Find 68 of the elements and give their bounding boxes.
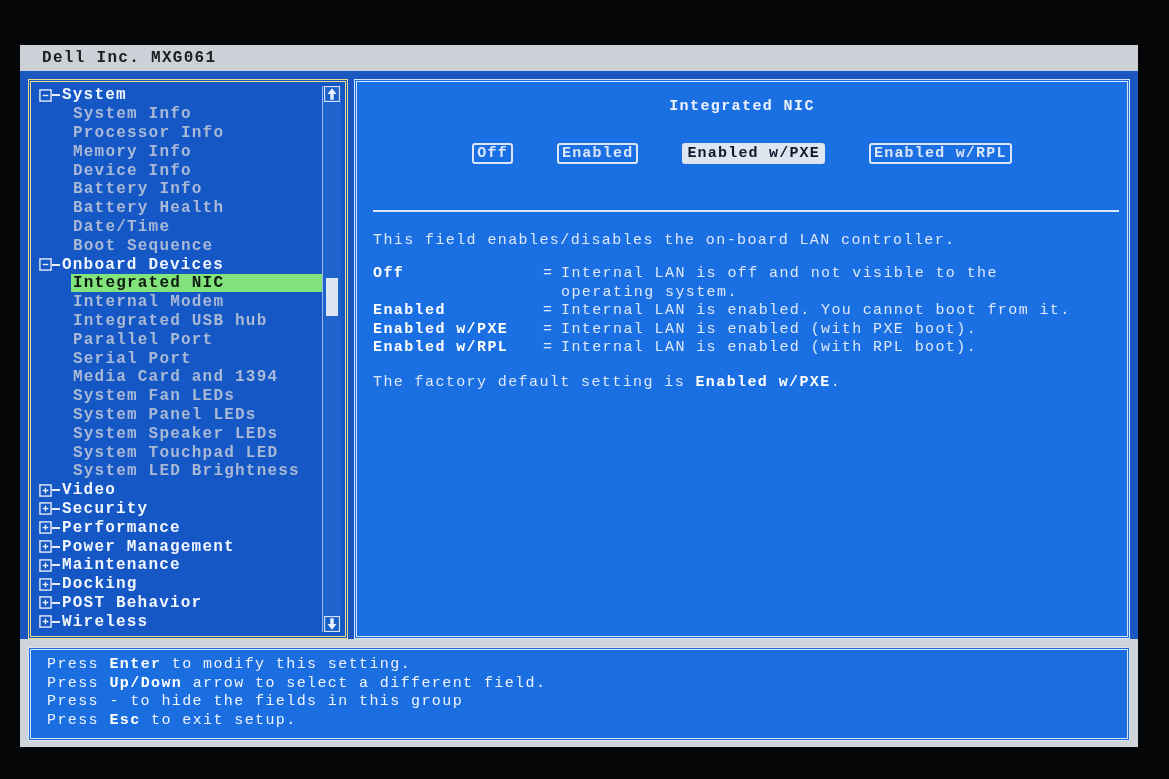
expand-icon[interactable] (39, 502, 52, 516)
menu-group[interactable]: Wireless (62, 612, 149, 631)
option-term: Off (373, 265, 406, 284)
option-term: Enabled w/RPL (373, 339, 510, 358)
option-term: Enabled w/PXE (373, 320, 510, 339)
collapse-icon[interactable] (39, 258, 52, 272)
equals-sign: = (543, 265, 555, 284)
description-text: This field enables/disables the on-board LAN controller. (373, 232, 957, 249)
menu-item[interactable]: Internal Modem (71, 293, 322, 312)
menu-group[interactable]: Docking (62, 575, 138, 594)
equals-sign: = (543, 339, 555, 358)
bios-title: Dell Inc. MXG061 (42, 49, 217, 67)
menu-group[interactable]: Power Management (62, 537, 235, 556)
menu-group[interactable]: POST Behavior (62, 593, 203, 612)
help-text: Press Up/Down arrow to select a different field. (47, 674, 548, 693)
help-text: Press Esc to exit setup. (47, 711, 298, 730)
scroll-thumb[interactable] (326, 278, 338, 316)
expand-icon[interactable] (39, 483, 52, 497)
menu-item[interactable]: Date/Time (71, 217, 322, 236)
menu-item[interactable]: Media Card and 1394 (71, 368, 322, 387)
collapse-icon[interactable] (39, 88, 52, 102)
menu-item[interactable]: Parallel Port (71, 330, 322, 349)
option-description: Internal LAN is off and not visible to the (561, 265, 999, 284)
expand-icon[interactable] (39, 577, 52, 591)
menu-item[interactable]: Integrated NIC (71, 274, 322, 293)
option-button[interactable]: Enabled (556, 143, 639, 164)
default-note: The factory default setting is Enabled w/PXE. (373, 373, 843, 391)
menu-group[interactable]: Onboard Devices (62, 255, 225, 274)
setting-title: Integrated NIC (668, 98, 816, 115)
menu-item[interactable]: System Info (71, 105, 322, 124)
option-button[interactable]: Off (472, 143, 513, 164)
menu-item[interactable]: System LED Brightness (71, 462, 322, 481)
menu-group[interactable]: Maintenance (62, 556, 181, 575)
menu-item[interactable]: System Speaker LEDs (71, 424, 322, 443)
menu-item[interactable]: Battery Info (71, 180, 322, 199)
menu-item[interactable]: System Fan LEDs (71, 387, 322, 406)
scrollbar[interactable] (322, 86, 341, 632)
menu-item[interactable]: Integrated USB hub (71, 311, 322, 330)
menu-item[interactable]: System Panel LEDs (71, 405, 322, 424)
menu-item[interactable]: Battery Health (71, 199, 322, 218)
menu-group[interactable]: Security (62, 499, 149, 518)
expand-icon[interactable] (39, 521, 52, 535)
menu-group[interactable]: Performance (62, 518, 181, 537)
help-text: Press - to hide the fields in this group (47, 693, 465, 712)
equals-sign: = (543, 320, 555, 339)
scroll-up-icon[interactable] (324, 86, 340, 102)
option-description: Internal LAN is enabled (with PXE boot). (561, 320, 979, 339)
menu-item[interactable]: System Touchpad LED (71, 443, 322, 462)
option-description: Internal LAN is enabled. You cannot boot from it. (561, 302, 1072, 321)
option-term: Enabled (373, 302, 447, 321)
equals-sign: = (543, 302, 555, 321)
menu-group[interactable]: System (62, 86, 127, 105)
help-text: Press Enter to modify this setting. (47, 656, 413, 675)
option-button[interactable]: Enabled w/PXE (682, 143, 825, 164)
option-description: operating system. (561, 283, 739, 302)
expand-icon[interactable] (39, 615, 52, 629)
option-description: Internal LAN is enabled (with RPL boot). (561, 339, 979, 358)
menu-item[interactable]: Serial Port (71, 349, 322, 368)
menu-item[interactable]: Processor Info (71, 124, 322, 142)
option-button[interactable]: Enabled w/RPL (869, 143, 1012, 164)
expand-icon[interactable] (39, 596, 52, 610)
scroll-down-icon[interactable] (324, 616, 340, 632)
menu-item[interactable]: Device Info (71, 161, 322, 180)
expand-icon[interactable] (39, 540, 52, 553)
menu-item[interactable]: Memory Info (71, 142, 322, 161)
menu-item[interactable]: Boot Sequence (71, 236, 322, 255)
menu-group[interactable]: Video (62, 481, 116, 500)
expand-icon[interactable] (39, 558, 52, 572)
